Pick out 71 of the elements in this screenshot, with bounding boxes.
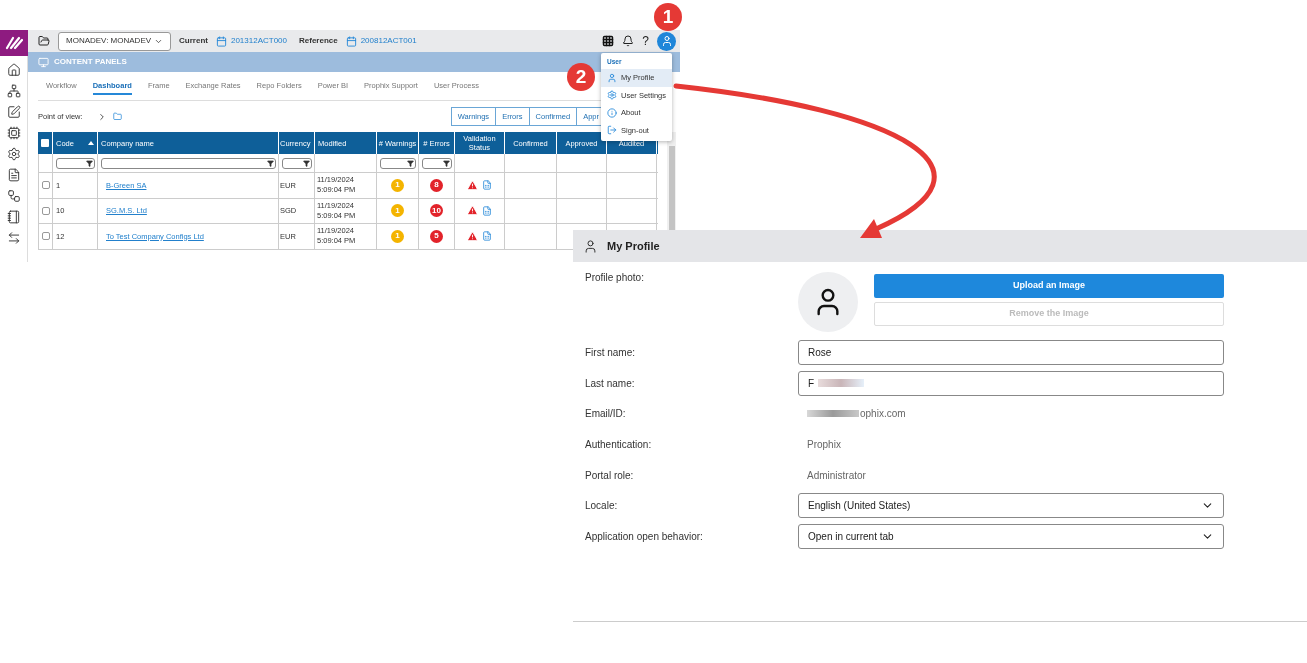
calendar-icon[interactable]: [345, 35, 357, 47]
field-label: First name:: [585, 345, 636, 360]
field-label: Profile photo:: [585, 271, 645, 285]
current-label: Current: [179, 35, 208, 48]
info-icon: [607, 107, 617, 118]
sort-ascending-icon: [88, 141, 94, 145]
apps-grid-icon[interactable]: [602, 35, 615, 48]
warning-icon: [467, 230, 478, 242]
field-value: Administrator: [807, 468, 866, 483]
warning-icon: [467, 205, 478, 217]
hierarchy-icon[interactable]: [6, 189, 21, 203]
filter-icon: [266, 159, 274, 167]
text-field[interactable]: Rose: [798, 339, 1224, 365]
edit-icon[interactable]: [6, 105, 21, 119]
field-value: ophix.com: [860, 407, 906, 422]
report-icon[interactable]: [482, 180, 492, 191]
settings-icon: [607, 90, 617, 101]
field-label: Portal role:: [585, 468, 635, 483]
folder-icon[interactable]: [38, 35, 50, 48]
field-label: Application open behavior:: [585, 529, 704, 544]
report-icon[interactable]: [482, 205, 492, 216]
field-value: Prophix: [807, 437, 841, 452]
warnings-count-badge: 1: [391, 178, 404, 192]
field-label: Email/ID:: [585, 407, 627, 422]
house-icon[interactable]: [6, 63, 21, 77]
row-checkbox[interactable]: [41, 232, 50, 241]
select-all-checkbox[interactable]: [41, 139, 49, 147]
user-icon: [607, 72, 617, 83]
report-icon[interactable]: [482, 231, 492, 242]
errors-count-badge: 10: [430, 204, 443, 218]
warning-icon: [467, 179, 478, 191]
gear-icon[interactable]: [6, 147, 21, 161]
row-checkbox[interactable]: [41, 181, 50, 190]
monitor-icon: [38, 56, 49, 68]
filter-icon: [302, 159, 310, 167]
dropdown-select[interactable]: Open in current tab: [798, 523, 1224, 549]
current-period[interactable]: 201312ACT000: [230, 35, 287, 48]
row-checkbox[interactable]: [41, 206, 50, 215]
user-avatar-button[interactable]: [657, 31, 676, 51]
errors-count-badge: 5: [430, 229, 443, 243]
filter-icon: [85, 159, 93, 167]
reference-period[interactable]: 200812ACT001: [360, 35, 417, 48]
bell-icon[interactable]: [622, 35, 635, 48]
field-label: Locale:: [585, 499, 619, 514]
text-field[interactable]: F: [798, 370, 1224, 396]
warnings-count-badge: 1: [391, 229, 404, 243]
panel-title: CONTENT PANELS: [54, 56, 127, 69]
sign-out-icon: [607, 125, 617, 136]
errors-count-badge: 8: [430, 178, 443, 192]
field-label: Authentication:: [585, 437, 653, 452]
profile-title: My Profile: [607, 238, 660, 254]
app-logo[interactable]: [0, 30, 28, 56]
filter-icon: [442, 159, 450, 167]
document-icon[interactable]: [6, 168, 21, 182]
user-icon: [660, 35, 673, 48]
swap-icon[interactable]: [6, 231, 21, 245]
upload-image-button[interactable]: Upload an Image: [874, 274, 1224, 298]
filter-icon: [406, 159, 414, 167]
notebook-icon[interactable]: [6, 210, 21, 224]
chip-icon[interactable]: [6, 126, 21, 140]
calendar-icon[interactable]: [215, 35, 227, 47]
step-callout: 2: [567, 63, 595, 91]
reference-label: Reference: [299, 35, 338, 48]
sitemap-icon[interactable]: [6, 84, 21, 98]
help-link[interactable]: ?: [642, 32, 649, 51]
dropdown-select[interactable]: English (United States): [798, 493, 1224, 519]
field-label: Last name:: [585, 376, 636, 391]
step-callout: 1: [654, 3, 682, 31]
environment-select[interactable]: MONADEV: MONADEV: [58, 31, 172, 51]
warnings-count-badge: 1: [391, 204, 404, 218]
user-icon: [583, 238, 598, 254]
